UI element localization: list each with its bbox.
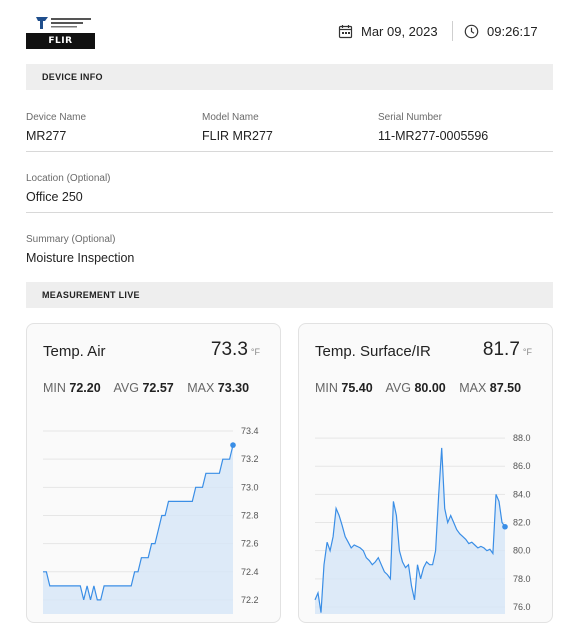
date-text: Mar 09, 2023 xyxy=(361,23,438,39)
max-value: 73.30 xyxy=(217,381,250,395)
header-divider xyxy=(452,21,453,41)
min-label: MIN xyxy=(43,381,66,395)
min-value: 72.20 xyxy=(69,381,101,395)
calendar-icon xyxy=(338,24,353,38)
max-label: MAX xyxy=(459,381,487,395)
time-display: 09:26:17 xyxy=(464,20,538,42)
measurement-card-air[interactable]: Temp. Air 73.3 °F MIN 72.20 AVG 72.57 MAX… xyxy=(26,323,281,623)
summary-field: Summary (Optional) Moisture Inspection xyxy=(26,234,134,266)
y-tick-label: 80.0 xyxy=(513,546,531,556)
section-measurement-live: MEASUREMENT LIVE xyxy=(26,282,553,308)
date-display: Mar 09, 2023 xyxy=(338,20,438,42)
y-tick-label: 88.0 xyxy=(513,433,531,443)
serial-number-value: 11-MR277-0005596 xyxy=(378,129,489,143)
location-label: Location (Optional) xyxy=(26,173,111,184)
logo-text: FLIR xyxy=(48,36,73,46)
avg-label: AVG xyxy=(113,381,139,395)
card-value: 81.7 °F xyxy=(483,339,532,361)
y-tick-label: 72.4 xyxy=(241,567,259,577)
series-area xyxy=(43,445,233,614)
last-point-marker xyxy=(502,523,508,530)
y-tick-label: 84.0 xyxy=(513,489,531,499)
reading-unit: °F xyxy=(522,347,532,357)
y-tick-label: 73.2 xyxy=(241,454,259,464)
divider xyxy=(26,212,553,213)
model-name-value: FLIR MR277 xyxy=(202,129,273,143)
app-header: FLIR Mar 09, 2023 09:26:17 xyxy=(0,0,573,62)
card-title: Temp. Surface/IR xyxy=(315,343,431,360)
model-name-field: Model Name FLIR MR277 xyxy=(202,112,273,144)
summary-label: Summary (Optional) xyxy=(26,234,116,245)
y-tick-label: 73.0 xyxy=(241,482,259,492)
device-name-field: Device Name MR277 xyxy=(26,112,86,144)
max-label: MAX xyxy=(187,381,215,395)
flir-logo: FLIR xyxy=(26,33,95,49)
card-title: Temp. Air xyxy=(43,343,106,360)
serial-number-label: Serial Number xyxy=(378,112,442,123)
reading-unit: °F xyxy=(250,347,260,357)
device-name-label: Device Name xyxy=(26,112,87,123)
avg-value: 80.00 xyxy=(414,381,446,395)
min-label: MIN xyxy=(315,381,338,395)
serial-number-field: Serial Number 11-MR277-0005596 xyxy=(378,112,488,144)
temp-surface-chart: 88.0 86.0 84.0 82.0 80.0 78.0 76.0 xyxy=(314,433,531,614)
card-value: 73.3 °F xyxy=(211,339,260,361)
divider xyxy=(26,151,553,152)
location-field: Location (Optional) Office 250 xyxy=(26,173,111,205)
reading-value: 73.3 xyxy=(210,339,248,360)
y-tick-label: 72.2 xyxy=(241,595,259,605)
y-tick-label: 72.6 xyxy=(241,539,259,549)
section-device-info: DEVICE INFO xyxy=(26,64,553,90)
clock-icon xyxy=(464,24,479,38)
reading-value: 81.7 xyxy=(482,339,520,360)
card-stats: MIN 72.20 AVG 72.57 MAX 73.30 xyxy=(43,381,259,395)
card-stats: MIN 75.40 AVG 80.00 MAX 87.50 xyxy=(315,381,531,395)
summary-value: Moisture Inspection xyxy=(26,251,135,265)
y-tick-label: 86.0 xyxy=(513,461,531,471)
avg-value: 72.57 xyxy=(142,381,174,395)
y-tick-label: 82.0 xyxy=(513,518,531,528)
y-tick-label: 72.8 xyxy=(241,510,259,520)
device-name-value: MR277 xyxy=(26,129,67,143)
model-name-label: Model Name xyxy=(202,112,259,123)
y-tick-label: 76.0 xyxy=(513,602,531,612)
measurement-card-surface[interactable]: Temp. Surface/IR 81.7 °F MIN 75.40 AVG 80… xyxy=(298,323,553,623)
min-value: 75.40 xyxy=(341,381,373,395)
y-tick-label: 78.0 xyxy=(513,574,531,584)
time-text: 09:26:17 xyxy=(487,23,538,39)
avg-label: AVG xyxy=(385,381,411,395)
max-value: 87.50 xyxy=(489,381,522,395)
teledyne-logo-icon xyxy=(36,17,91,29)
temp-air-chart: 73.4 73.2 73.0 72.8 72.6 72.4 72.2 xyxy=(43,426,259,614)
last-point-marker xyxy=(230,442,236,448)
y-tick-label: 73.4 xyxy=(241,426,259,436)
location-value: Office 250 xyxy=(26,190,83,204)
